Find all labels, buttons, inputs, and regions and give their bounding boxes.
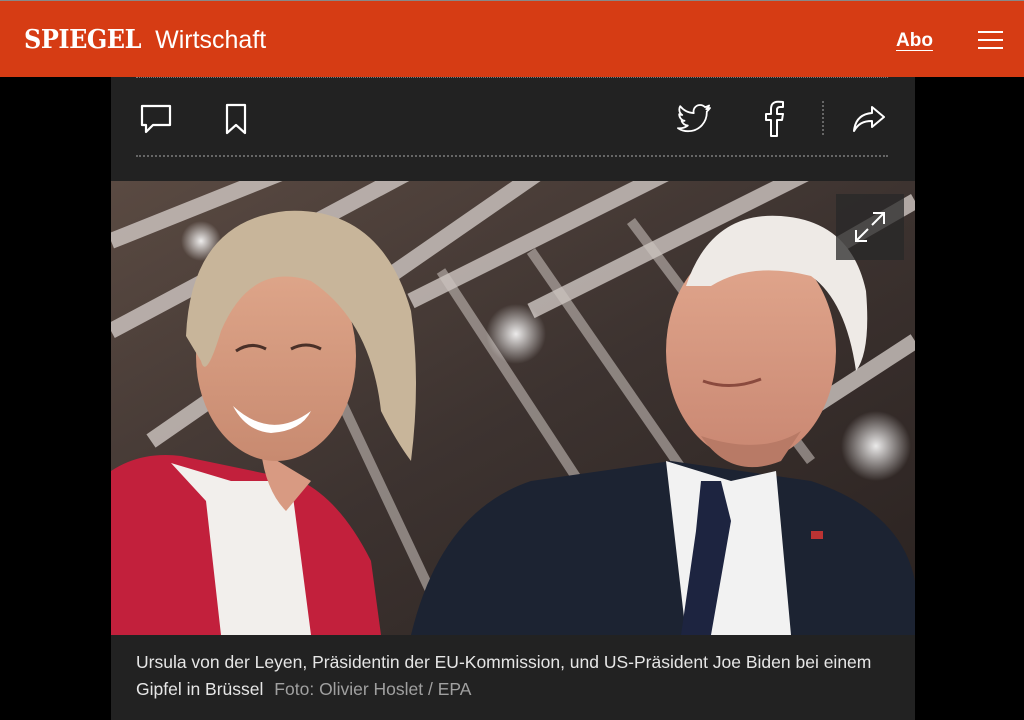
caption-text: Ursula von der Leyen, Präsidentin der EU… — [136, 652, 872, 699]
expand-icon[interactable] — [836, 194, 904, 260]
photo-caption: Ursula von der Leyen, Präsidentin der EU… — [136, 649, 906, 703]
photo-illustration — [111, 181, 915, 635]
social-toolbar — [111, 77, 915, 157]
twitter-icon[interactable] — [675, 99, 715, 139]
article-photo[interactable] — [111, 181, 915, 635]
photo-credit: Foto: Olivier Hoslet / EPA — [274, 679, 472, 699]
article-container: Ursula von der Leyen, Präsidentin der EU… — [111, 77, 915, 720]
divider — [136, 155, 888, 157]
spiegel-logo[interactable]: SPIEGEL — [24, 25, 141, 55]
bookmark-icon[interactable] — [216, 99, 256, 139]
section-title[interactable]: Wirtschaft — [155, 26, 266, 55]
site-header: SPIEGEL Wirtschaft Abo — [0, 0, 1024, 77]
brand[interactable]: SPIEGEL Wirtschaft — [24, 25, 266, 57]
abo-link[interactable]: Abo — [896, 30, 933, 52]
hamburger-menu-icon[interactable] — [978, 29, 1004, 49]
comment-icon[interactable] — [136, 99, 176, 139]
share-arrow-icon[interactable] — [849, 99, 889, 139]
toolbar-separator — [822, 101, 824, 135]
facebook-icon[interactable] — [754, 99, 794, 139]
